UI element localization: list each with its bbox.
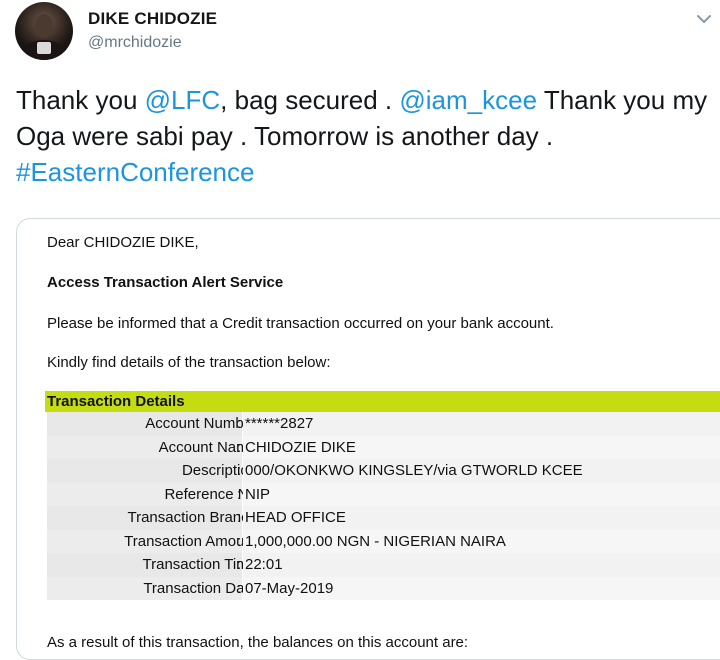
row-value: 1,000,000.00 NGN - NIGERIAN NAIRA <box>243 529 720 553</box>
avatar[interactable] <box>15 2 73 60</box>
media-card[interactable]: Dear CHIDOZIE DIKE, Access Transaction A… <box>16 218 720 660</box>
tweet-segment: Thank you <box>16 85 145 115</box>
row-value: CHIDOZIE DIKE <box>243 435 720 459</box>
row-value: NIP <box>243 482 720 506</box>
email-greeting: Dear CHIDOZIE DIKE, <box>47 234 199 251</box>
table-row: Transaction Time : 22:01 <box>47 553 720 577</box>
chevron-down-icon[interactable] <box>693 8 715 30</box>
table-row: Description : 000/OKONKWO KINGSLEY/via G… <box>47 459 720 483</box>
row-value: 000/OKONKWO KINGSLEY/via GTWORLD KCEE <box>243 459 720 483</box>
transaction-table: Account Number : ******2827 Account Name… <box>47 412 720 600</box>
email-service-title: Access Transaction Alert Service <box>47 274 284 291</box>
tweet-segment: , bag secured . <box>220 85 400 115</box>
email-result-text: As a result of this transaction, the bal… <box>47 634 469 651</box>
table-row: Transaction Date : 07-May-2019 <box>47 576 720 600</box>
hashtag-link[interactable]: #EasternConference <box>16 157 254 187</box>
email-kindly-text: Kindly find details of the transaction b… <box>47 354 331 371</box>
transaction-details-header: Transaction Details <box>45 391 720 412</box>
table-row: Transaction Branch : HEAD OFFICE <box>47 506 720 530</box>
author-name[interactable]: DIKE CHIDOZIE <box>88 9 217 29</box>
row-value: 22:01 <box>243 553 720 577</box>
mention-link-iam-kcee[interactable]: @iam_kcee <box>399 85 537 115</box>
email-informed-text: Please be informed that a Credit transac… <box>47 315 554 332</box>
avatar-head <box>35 14 53 38</box>
avatar-collar <box>37 42 51 54</box>
table-row: Reference No : NIP <box>47 482 720 506</box>
author-handle[interactable]: @mrchidozie <box>88 34 182 52</box>
row-value: 07-May-2019 <box>243 576 720 600</box>
row-value: HEAD OFFICE <box>243 506 720 530</box>
table-row: Transaction Amount : 1,000,000.00 NGN - … <box>47 529 720 553</box>
row-value: ******2827 <box>243 412 720 436</box>
table-row: Account Name : CHIDOZIE DIKE <box>47 435 720 459</box>
mention-link-lfc[interactable]: @LFC <box>145 85 221 115</box>
table-row: Account Number : ******2827 <box>47 412 720 436</box>
tweet-text: Thank you @LFC, bag secured . @iam_kcee … <box>16 82 716 190</box>
